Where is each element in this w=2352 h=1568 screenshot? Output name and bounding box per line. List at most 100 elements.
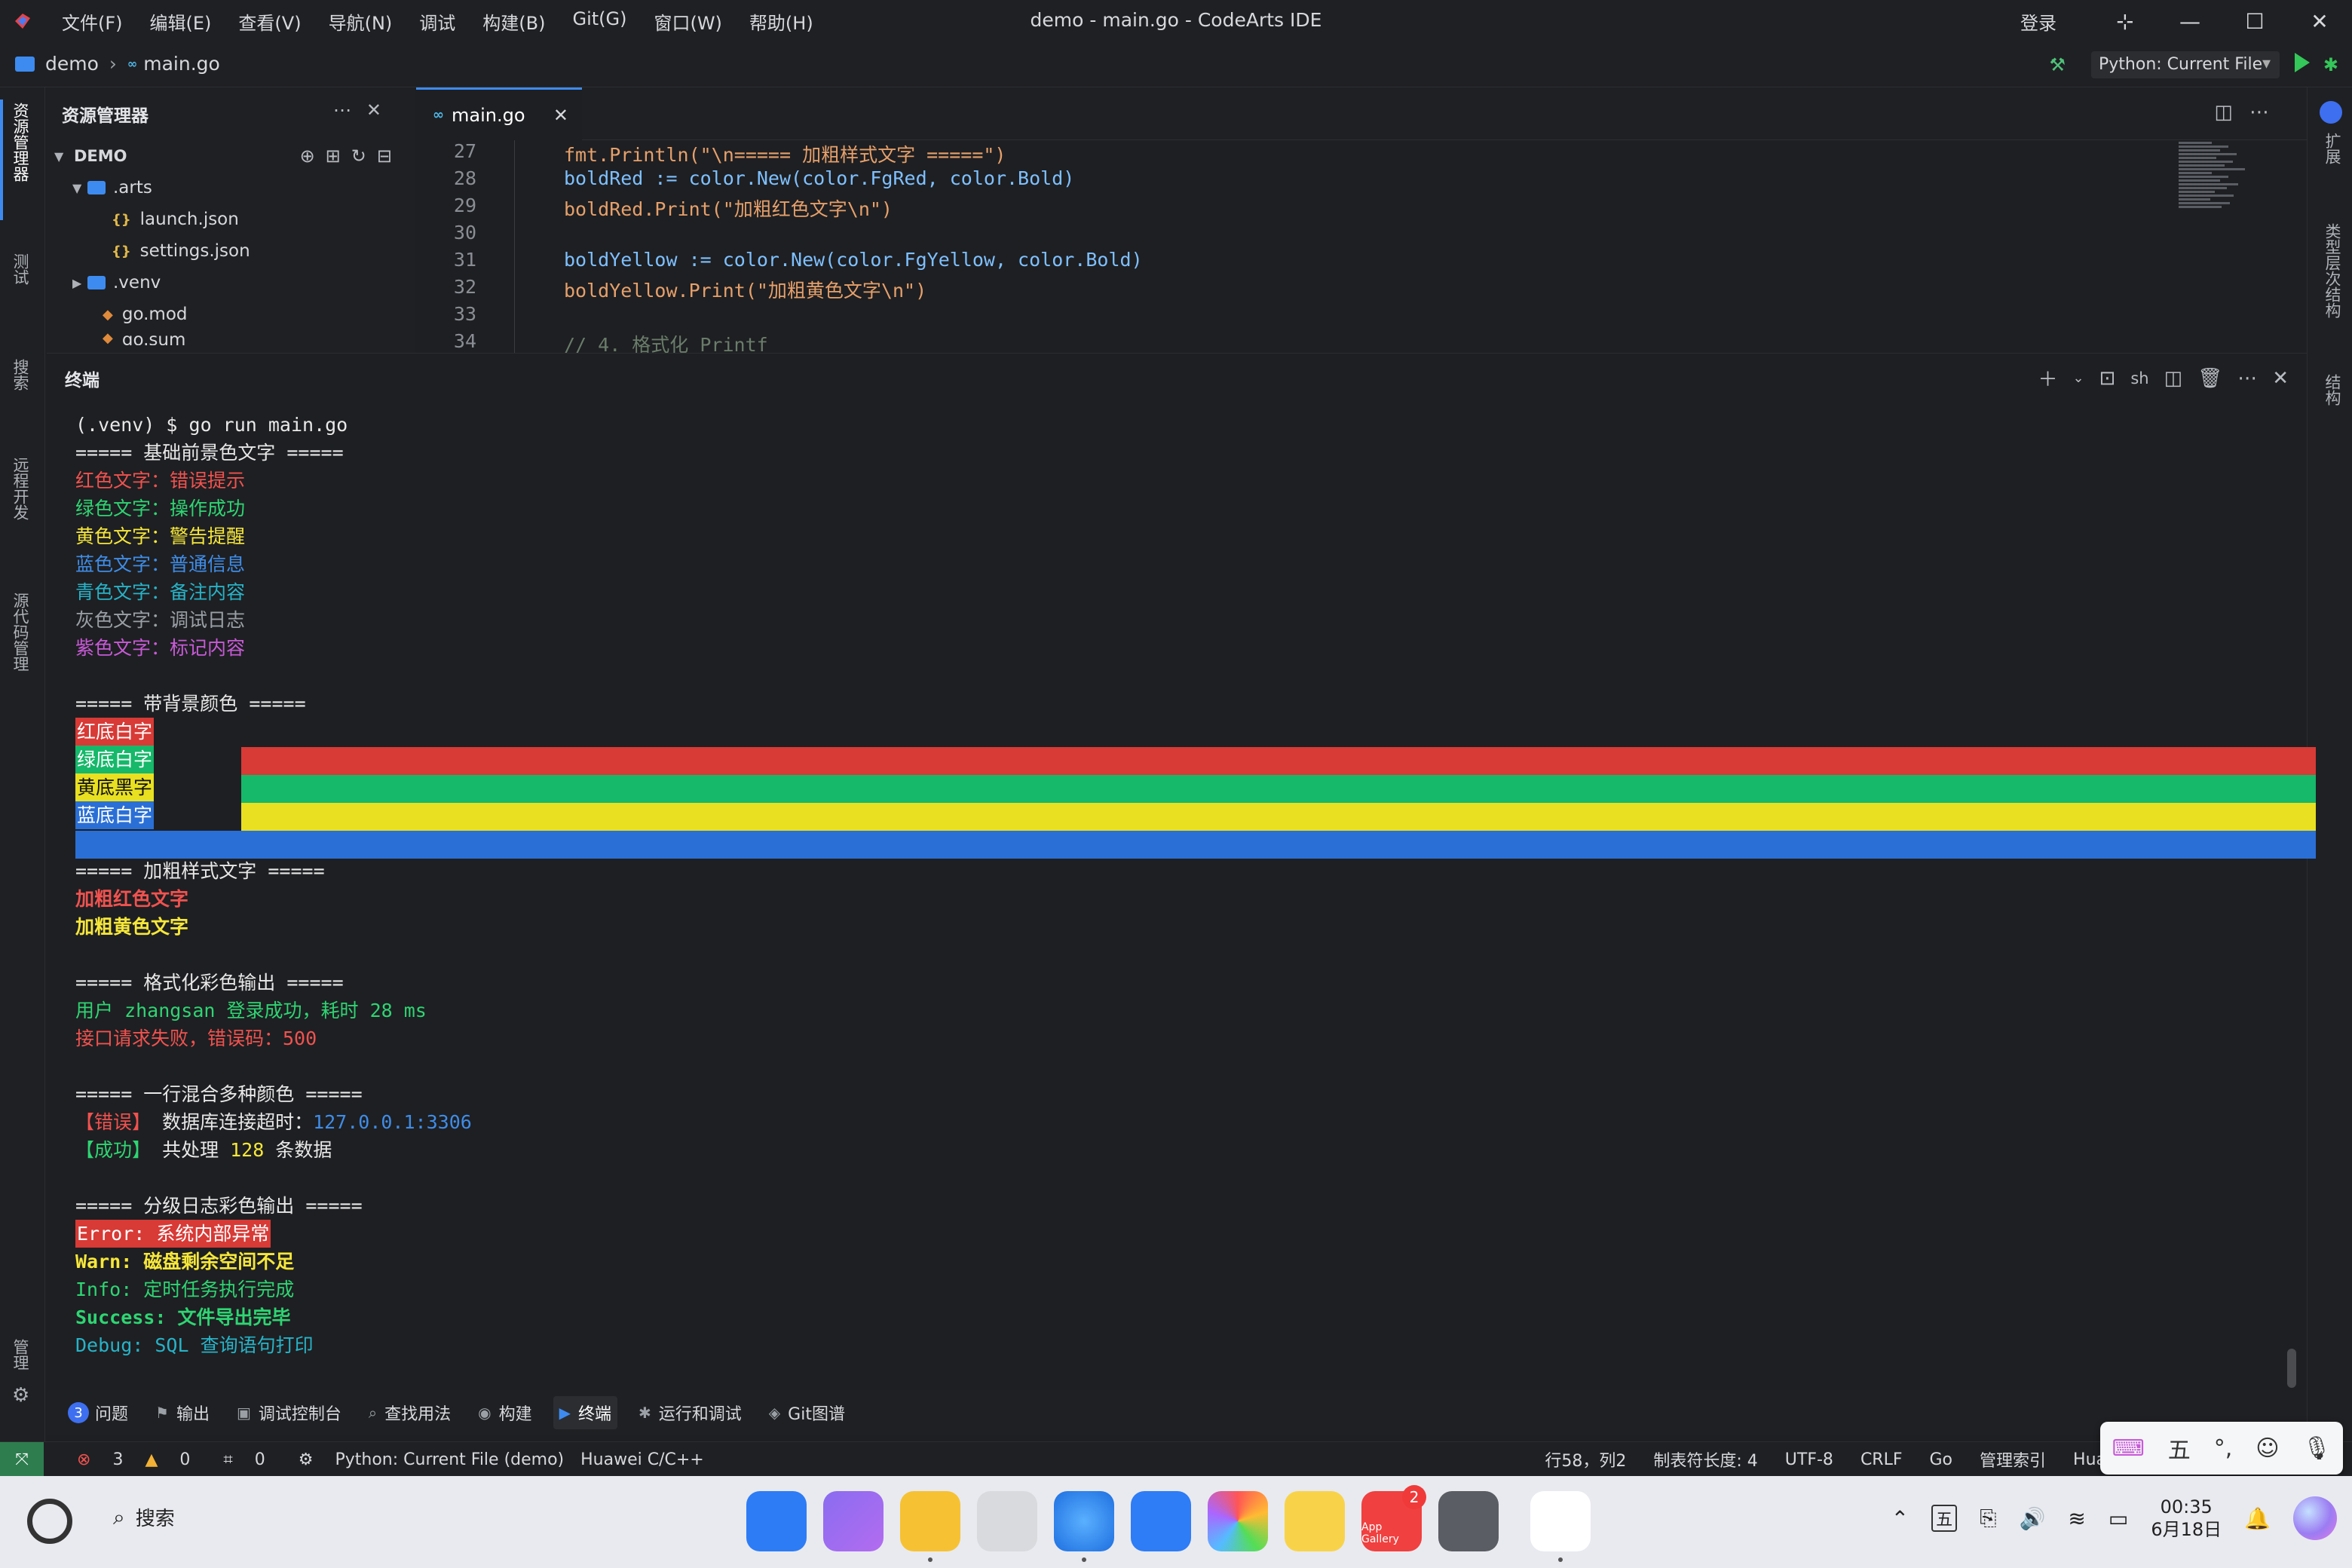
tab-build[interactable]: ◉ 构建 [472,1396,537,1429]
manage-index[interactable]: 管理索引 [1980,1447,2046,1472]
refresh-icon[interactable]: ↻ [351,145,377,167]
notes-icon[interactable] [1285,1491,1345,1551]
chevron-down-icon[interactable]: ⌄ [2072,370,2084,386]
build-hammer-icon[interactable]: ⚒ [2049,54,2066,75]
maximize-button[interactable]: ☐ [2222,0,2287,42]
keyboard-icon[interactable]: ⌨ [2112,1435,2144,1462]
ime-mode[interactable]: 五 [2168,1432,2191,1465]
chevron-up-icon[interactable]: ⌃ [1891,1506,1909,1531]
more-icon[interactable]: ⋯ [2237,367,2257,390]
menu-navigate[interactable]: 导航(N) [329,8,393,35]
gear-icon[interactable]: ⚙ [12,1384,29,1407]
tree-item-settings-json[interactable]: {} settings.json [47,235,415,267]
tab-output[interactable]: ⚑ 输出 [149,1396,216,1429]
mail-icon[interactable] [1131,1491,1191,1551]
terminal-output[interactable]: (.venv) $ go run main.go ===== 基础前景色文字 =… [75,411,2277,1359]
tab-size[interactable]: 制表符长度: 4 [1653,1447,1757,1472]
menu-file[interactable]: 文件(F) [62,8,123,35]
tab-problems[interactable]: 3 问题 [62,1396,134,1429]
more-icon[interactable]: ⋯ [333,100,366,121]
run-config-status[interactable]: ⚙ Python: Current File (demo) [282,1450,564,1469]
layout-toggle-icon[interactable]: ⊹ [2093,0,2158,42]
tree-item-go-sum[interactable]: ◆ go.sum [47,330,415,345]
code-view[interactable]: 27 fmt.Println("\n===== 加粗样式文字 =====") 28… [416,140,2307,353]
multitask-icon[interactable] [823,1491,884,1551]
rightbar-structure[interactable]: 结构 [2321,374,2344,406]
volume-icon[interactable]: 🔊 [2020,1506,2046,1531]
activity-remote[interactable]: 远程开发 [9,457,32,520]
split-editor-icon[interactable]: ◫ [2214,101,2249,124]
breadcrumb-project[interactable]: demo [45,53,99,75]
terminal-scrollbar[interactable] [2287,1349,2296,1388]
problems-status[interactable]: ⊗ 3 ▲ 0 [60,1450,190,1469]
run-config-select[interactable]: Python: Current File [2091,51,2280,78]
close-icon[interactable]: ✕ [366,100,397,121]
remote-icon[interactable]: ⤧ [0,1442,44,1477]
terminal-shell-icon[interactable]: ⊡ [2099,367,2116,390]
add-terminal-icon[interactable]: ＋ [2038,364,2057,392]
start-button[interactable] [27,1499,72,1544]
taskbar-search[interactable]: ⌕ 搜索 [113,1503,175,1531]
tree-root[interactable]: ▼ DEMO ⊕⊞↻⊟ [47,140,415,172]
tree-item-go-mod[interactable]: ◆ go.mod [47,299,415,330]
close-panel-icon[interactable]: ✕ [2272,367,2289,390]
activity-scm[interactable]: 源代码管理 [9,593,32,672]
tree-item-launch-json[interactable]: {} launch.json [47,204,415,235]
cursor-position[interactable]: 行58，列2 [1545,1447,1626,1472]
app-launcher-icon[interactable] [746,1491,807,1551]
debug-icon[interactable]: ✱ [2323,54,2338,75]
codearts-taskbar-icon[interactable] [1530,1491,1591,1562]
language-mode[interactable]: Go [1930,1450,1953,1469]
minimap[interactable] [2179,140,2262,238]
lang-server-status[interactable]: Huawei C/C++ [580,1450,704,1469]
minimize-button[interactable]: — [2158,0,2222,42]
shell-label[interactable]: sh [2130,369,2148,387]
battery-icon[interactable]: ▭ [2109,1506,2128,1531]
activity-explorer[interactable]: 资源管理器 [9,103,32,182]
menu-help[interactable]: 帮助(H) [749,8,813,35]
menu-build[interactable]: 构建(B) [482,8,545,35]
settings-icon[interactable] [1438,1491,1499,1551]
menu-debug[interactable]: 调试 [419,8,455,35]
ime-punctuation[interactable]: °, [2214,1435,2233,1462]
ports-status[interactable]: ⌗ 0 [207,1450,265,1469]
close-tab-icon[interactable]: ✕ [553,105,568,126]
assistant-icon[interactable] [2293,1496,2337,1540]
tab-terminal[interactable]: ▶ 终端 [553,1396,617,1429]
menu-window[interactable]: 窗口(W) [654,8,721,35]
tab-find-usages[interactable]: ⌕ 查找用法 [363,1396,457,1429]
emoji-icon[interactable]: ☺ [2256,1435,2279,1462]
tab-main-go[interactable]: ∞ main.go ✕ [416,87,582,140]
files-icon[interactable] [900,1491,960,1562]
tree-item-venv[interactable]: ▶ .venv [47,267,415,299]
wifi-icon[interactable]: ≋ [2068,1506,2085,1531]
trash-icon[interactable]: 🗑 [2197,367,2222,390]
tab-run-debug[interactable]: ✱ 运行和调试 [632,1396,748,1429]
microphone-icon[interactable]: 🎙 [2302,1435,2331,1462]
tree-item-arts[interactable]: ▼ .arts [47,172,415,204]
clipboard-icon[interactable]: ⎘ [1980,1505,1996,1531]
close-window-button[interactable]: ✕ [2287,0,2352,42]
rightbar-type-hierarchy[interactable]: 类型层次结构 [2321,223,2344,318]
activity-manage[interactable]: 管理 [9,1339,32,1370]
more-icon[interactable]: ⋯ [2249,101,2286,124]
run-icon[interactable] [2295,53,2310,72]
ime-tray[interactable]: 五 [1931,1505,1958,1532]
tab-git-graph[interactable]: ◈ Git图谱 [763,1396,851,1429]
notification-badge-icon[interactable] [2320,101,2342,124]
activity-test[interactable]: 测试 [9,253,32,285]
browser-icon[interactable] [1054,1491,1114,1562]
clock[interactable]: 00:35 6月18日 [2151,1496,2222,1541]
app-gallery-icon[interactable]: App Gallery 2 [1361,1485,1426,1551]
bell-icon[interactable]: 🔔 [2244,1506,2271,1531]
breadcrumb-file[interactable]: main.go [143,53,220,75]
menu-git[interactable]: Git(G) [572,8,626,35]
trash-icon[interactable] [977,1491,1037,1551]
menu-edit[interactable]: 编辑(E) [150,8,212,35]
login-button[interactable]: 登录 [2020,8,2056,35]
split-terminal-icon[interactable]: ◫ [2164,367,2183,390]
collapse-icon[interactable]: ⊟ [377,145,403,167]
new-file-icon[interactable]: ⊕ [300,145,326,167]
photos-icon[interactable] [1208,1491,1268,1551]
encoding[interactable]: UTF-8 [1785,1450,1833,1469]
